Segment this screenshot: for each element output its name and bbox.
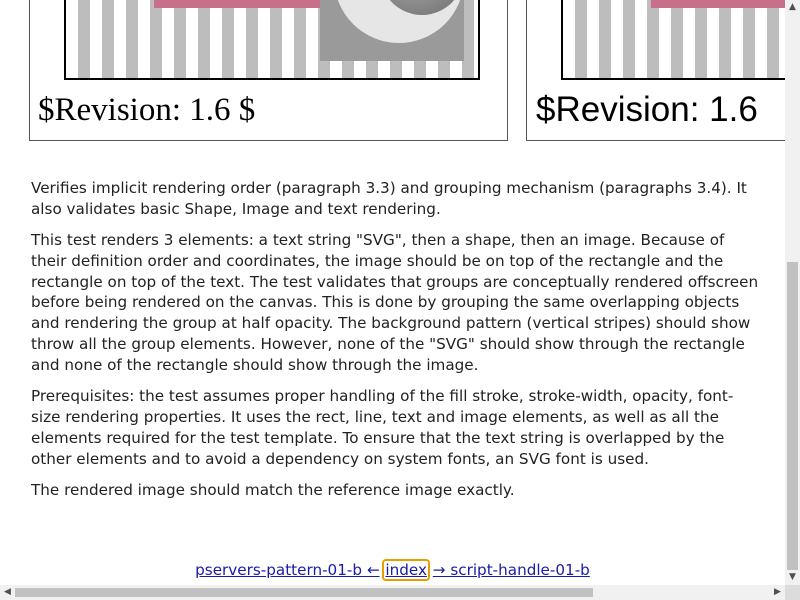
stripe-pattern bbox=[561, 0, 795, 80]
vertical-scrollbar[interactable]: ▲ ▼ bbox=[785, 0, 800, 585]
vertical-scroll-thumb[interactable] bbox=[787, 262, 798, 570]
revision-label: $Revision: 1.6 bbox=[536, 90, 758, 129]
pink-rectangle bbox=[651, 0, 791, 8]
prerequisites-paragraph: Prerequisites: the test assumes proper h… bbox=[31, 387, 734, 468]
scroll-down-icon[interactable]: ▼ bbox=[785, 570, 800, 585]
description-paragraph: Verifies implicit rendering order (parag… bbox=[31, 179, 747, 218]
expectation-paragraph: The rendered image should match the refe… bbox=[31, 480, 515, 499]
pink-rectangle bbox=[154, 0, 320, 8]
scroll-up-icon[interactable]: ▲ bbox=[785, 0, 800, 15]
scroll-right-icon[interactable]: ▶ bbox=[770, 585, 785, 600]
test-navigation: pservers-pattern-01-b ← index → script-h… bbox=[0, 559, 785, 581]
description-paragraph: This test renders 3 elements: a text str… bbox=[31, 231, 759, 374]
next-test-link[interactable]: → script-handle-01-b bbox=[433, 561, 590, 579]
scrollbar-corner bbox=[785, 585, 800, 600]
test-image bbox=[320, 0, 464, 61]
horizontal-scroll-thumb[interactable] bbox=[15, 588, 593, 597]
index-link[interactable]: index bbox=[382, 559, 430, 581]
reference-render-panel: $Revision: 1.6 bbox=[526, 0, 796, 141]
test-description: Verifies implicit rendering order (parag… bbox=[31, 178, 759, 511]
prev-test-link[interactable]: pservers-pattern-01-b ← bbox=[195, 561, 379, 579]
revision-label: $Revision: 1.6 $ bbox=[38, 92, 256, 128]
scroll-left-icon[interactable]: ◀ bbox=[0, 585, 15, 600]
test-render-panel: $Revision: 1.6 $ bbox=[29, 0, 508, 141]
horizontal-scrollbar[interactable]: ◀ ▶ bbox=[0, 585, 785, 600]
